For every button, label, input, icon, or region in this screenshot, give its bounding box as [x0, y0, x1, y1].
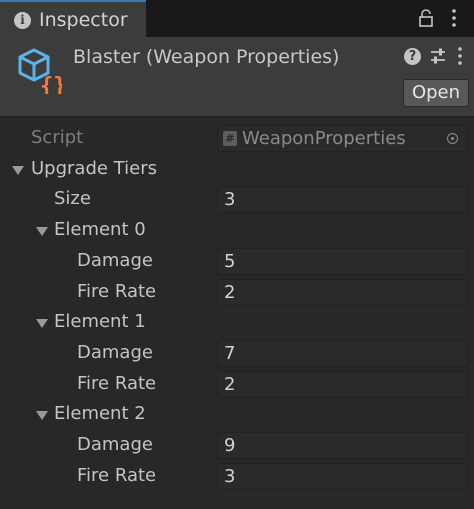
damage-label: Damage [77, 434, 153, 455]
element-1-fire-rate-row: Fire Rate 2 [0, 370, 474, 399]
tab-inspector[interactable]: i Inspector [0, 0, 146, 37]
lock-icon[interactable] [418, 8, 434, 28]
svg-text:{}: {} [40, 74, 62, 94]
script-row: Script # WeaponProperties [0, 124, 474, 153]
fire-rate-field[interactable]: 2 [217, 279, 468, 306]
damage-label: Damage [77, 250, 153, 271]
script-value: WeaponProperties [242, 128, 406, 149]
size-label: Size [54, 188, 91, 209]
damage-field[interactable]: 5 [217, 248, 468, 275]
fire-rate-field[interactable]: 2 [217, 371, 468, 398]
element-0-fire-rate-row: Fire Rate 2 [0, 278, 474, 307]
upgrade-tiers-label: Upgrade Tiers [31, 158, 157, 179]
script-field[interactable]: # WeaponProperties [217, 125, 468, 152]
object-picker-icon[interactable] [447, 133, 458, 144]
open-button[interactable]: Open [403, 79, 469, 107]
size-row: Size 3 [0, 185, 474, 214]
header-menu-icon[interactable] [456, 46, 464, 66]
foldout-arrow-icon[interactable] [12, 166, 24, 175]
element-label: Element 0 [54, 219, 146, 240]
upgrade-tiers-row[interactable]: Upgrade Tiers [0, 155, 474, 184]
element-label: Element 1 [54, 311, 146, 332]
script-label: Script [31, 127, 84, 148]
inspector-header: {} Blaster (Weapon Properties) ? Open [0, 37, 474, 117]
object-title: Blaster (Weapon Properties) [73, 46, 340, 68]
foldout-arrow-icon[interactable] [36, 319, 48, 328]
damage-field[interactable]: 9 [217, 432, 468, 459]
scriptable-object-icon: {} [18, 48, 62, 94]
presets-icon[interactable] [429, 47, 447, 67]
size-field[interactable]: 3 [217, 186, 468, 213]
damage-field[interactable]: 7 [217, 340, 468, 367]
tab-label: Inspector [39, 9, 128, 31]
fire-rate-field[interactable]: 3 [217, 463, 468, 490]
fire-rate-label: Fire Rate [77, 465, 157, 486]
help-icon[interactable]: ? [404, 48, 421, 65]
element-2-fire-rate-row: Fire Rate 3 [0, 462, 474, 491]
element-1-damage-row: Damage 7 [0, 339, 474, 368]
element-1-row[interactable]: Element 1 [0, 308, 474, 337]
element-label: Element 2 [54, 403, 146, 424]
fire-rate-label: Fire Rate [77, 281, 157, 302]
damage-label: Damage [77, 342, 153, 363]
fire-rate-label: Fire Rate [77, 373, 157, 394]
info-icon: i [14, 12, 31, 29]
kebab-menu-icon[interactable] [450, 8, 458, 28]
script-file-icon: # [223, 131, 237, 146]
foldout-arrow-icon[interactable] [36, 227, 48, 236]
element-2-damage-row: Damage 9 [0, 431, 474, 460]
element-2-row[interactable]: Element 2 [0, 400, 474, 429]
element-0-damage-row: Damage 5 [0, 247, 474, 276]
element-0-row[interactable]: Element 0 [0, 216, 474, 245]
foldout-arrow-icon[interactable] [36, 411, 48, 420]
tab-bar: i Inspector [0, 0, 474, 37]
